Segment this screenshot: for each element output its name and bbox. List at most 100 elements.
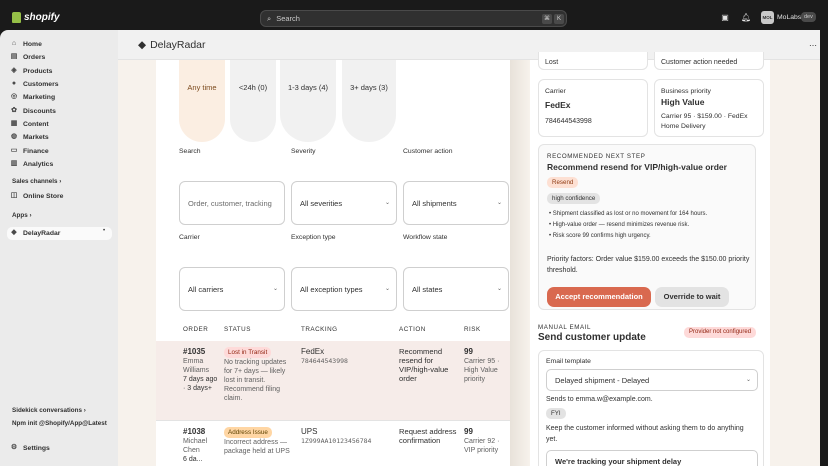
exception-type-select[interactable]: All exception types ⌄ [291, 267, 397, 311]
sidebar-item-markets[interactable]: ◍ Markets [10, 131, 49, 143]
priority-label: Business priority [661, 88, 711, 95]
store-icon[interactable]: ▣ [720, 13, 730, 23]
workflow-state-select[interactable]: All states ⌄ [403, 267, 509, 311]
finance-icon: ▭ [10, 147, 18, 154]
risk-line: VIP priority [464, 447, 499, 454]
priority-factors-cont: threshold. [547, 267, 578, 274]
status-line: claim. [224, 395, 243, 402]
app-title: ◆ DelayRadar [138, 39, 206, 51]
risk-line: High Value [464, 367, 498, 374]
apps-label: Apps [12, 212, 28, 219]
order-search-input[interactable]: Order, customer, tracking [179, 181, 285, 225]
sidebar-item-analytics[interactable]: ▥ Analytics [10, 158, 54, 170]
severity-select[interactable]: All severities ⌄ [291, 181, 397, 225]
table-row[interactable]: #1038 Michael Chen 6 da... Address Issue… [156, 420, 510, 466]
online-store-icon: ◫ [10, 192, 18, 199]
sidebar-item-label: Marketing [23, 93, 56, 101]
priority-value: High Value [661, 97, 705, 107]
fyi-description-cont: yet. [546, 436, 558, 443]
sidebar-item-label: Finance [23, 147, 49, 155]
status-badge: Address Issue [224, 427, 272, 438]
sidebar-item-content[interactable]: ▦ Content [10, 118, 49, 130]
customer-action-card: Customer action needed [654, 52, 764, 70]
shipments-panel: Any time <24h (0) 1-3 days (4) 3+ days (… [156, 60, 510, 466]
shopify-logo[interactable]: shopify [12, 12, 60, 23]
app-canvas: Any time <24h (0) 1-3 days (4) 3+ days (… [118, 52, 820, 466]
action-line: order [399, 374, 417, 383]
sales-channels-heading[interactable]: Sales channels › [12, 178, 61, 185]
chevron-down-icon: ⌄ [272, 286, 278, 292]
dev-store-badge: dev [801, 12, 816, 22]
store-name[interactable]: MoLabs [777, 14, 801, 21]
table-row[interactable]: #1035 Emma Williams 7 days ago · 3 days+… [156, 341, 510, 420]
order-number: #1038 [183, 427, 206, 436]
bell-icon[interactable]: 🔔︎ [741, 13, 751, 23]
sidebar-item-customers[interactable]: ● Customers [10, 78, 59, 90]
apps-heading[interactable]: Apps › [12, 212, 32, 219]
order-number: #1035 [183, 347, 206, 356]
top-bar: shopify ⌕ Search ⌘ K ▣ 🔔︎ MOL MoLabs dev [0, 8, 828, 30]
store-avatar[interactable]: MOL [761, 11, 774, 24]
tracking-number: 784644543998 [301, 357, 348, 365]
column-header-order: ORDER [183, 326, 209, 333]
carrier-name: UPS [301, 427, 318, 436]
priority-factors: Priority factors: Order value $159.00 ex… [547, 256, 750, 263]
status-line: lost in transit. [224, 377, 266, 384]
sidebar-item-discounts[interactable]: ✿ Discounts [10, 105, 56, 117]
npm-init-link[interactable]: Npm init @Shopify/App@Latest [12, 420, 107, 427]
home-icon: ⌂ [11, 40, 17, 47]
action-line: Request address [399, 427, 457, 436]
sidebar-item-products[interactable]: ◈ Products [10, 65, 52, 77]
sidebar-item-marketing[interactable]: ◎ Marketing [10, 91, 55, 103]
tab-any-time[interactable]: Any time [179, 60, 225, 142]
sidebar-item-finance[interactable]: ▭ Finance [10, 145, 49, 157]
sidebar-item-orders[interactable]: ▤ Orders [10, 51, 46, 63]
tracking-number: 1Z999AA10123456784 [301, 437, 372, 445]
recommendation-bullet: • High-value order — resend minimizes re… [549, 222, 690, 228]
status-line: Recommend filing [224, 386, 281, 393]
column-header-status: STATUS [224, 326, 251, 333]
tab-under-24h[interactable]: <24h (0) [230, 60, 276, 142]
confidence-tag: high confidence [547, 193, 601, 204]
sidebar-item-label: Online Store [23, 192, 64, 200]
pin-dot-icon[interactable]: • [103, 228, 105, 234]
search-icon: ⌕ [267, 13, 272, 23]
sidebar-item-online-store[interactable]: ◫ Online Store [10, 190, 64, 202]
content-icon: ▦ [10, 120, 18, 127]
column-header-tracking: TRACKING [301, 326, 338, 333]
provider-status-badge: Provider not configured [684, 327, 757, 338]
manual-email-eyebrow: MANUAL EMAIL [538, 324, 592, 331]
sidekick-conversations-link[interactable]: Sidekick conversations › [12, 407, 86, 414]
gear-icon: ⚙ [10, 444, 18, 451]
carrier-value: All carriers [188, 284, 224, 294]
accept-recommendation-button[interactable]: Accept recommendation [547, 287, 651, 307]
status-line: Incorrect address — [224, 439, 288, 446]
customer-action-select[interactable]: All shipments ⌄ [403, 181, 509, 225]
override-to-wait-button[interactable]: Override to wait [655, 287, 729, 307]
carrier-card-name: FedEx [545, 100, 571, 110]
sidebar-item-home[interactable]: ⌂ Home [10, 38, 42, 50]
app-title-text: DelayRadar [150, 39, 206, 51]
risk-score: 99 [464, 427, 473, 436]
tab-1-3-days[interactable]: 1-3 days (4) [280, 60, 336, 142]
email-template-value: Delayed shipment - Delayed [555, 375, 650, 385]
tab-3-plus-days[interactable]: 3+ days (3) [342, 60, 396, 142]
sidebar-item-label: Customers [23, 80, 59, 88]
email-template-select[interactable]: Delayed shipment - Delayed ⌄ [546, 369, 758, 391]
action-line: confirmation [399, 436, 441, 445]
global-search-input[interactable]: ⌕ Search ⌘ K [260, 10, 567, 27]
products-icon: ◈ [11, 67, 17, 74]
priority-detail: Home Delivery [661, 123, 706, 130]
priority-detail: Carrier 95 · $159.00 · FedEx [661, 113, 748, 120]
carrier-select[interactable]: All carriers ⌄ [179, 267, 285, 311]
more-actions-icon[interactable]: ⋯ [809, 41, 817, 50]
sidebar-item-settings[interactable]: ⚙ Settings [10, 442, 50, 454]
markets-icon: ◍ [10, 133, 18, 140]
sidekick-label: Sidekick conversations [12, 407, 82, 414]
command-key-badge: ⌘ [542, 14, 552, 24]
customer-action-value: All shipments [412, 198, 457, 208]
chevron-down-icon: ⌄ [384, 286, 390, 292]
sidebar-item-delayradar[interactable]: ◆ DelayRadar [10, 227, 60, 239]
email-subject-input[interactable]: We're tracking your shipment delay [546, 450, 758, 466]
action-line: VIP/high-value [399, 365, 449, 374]
